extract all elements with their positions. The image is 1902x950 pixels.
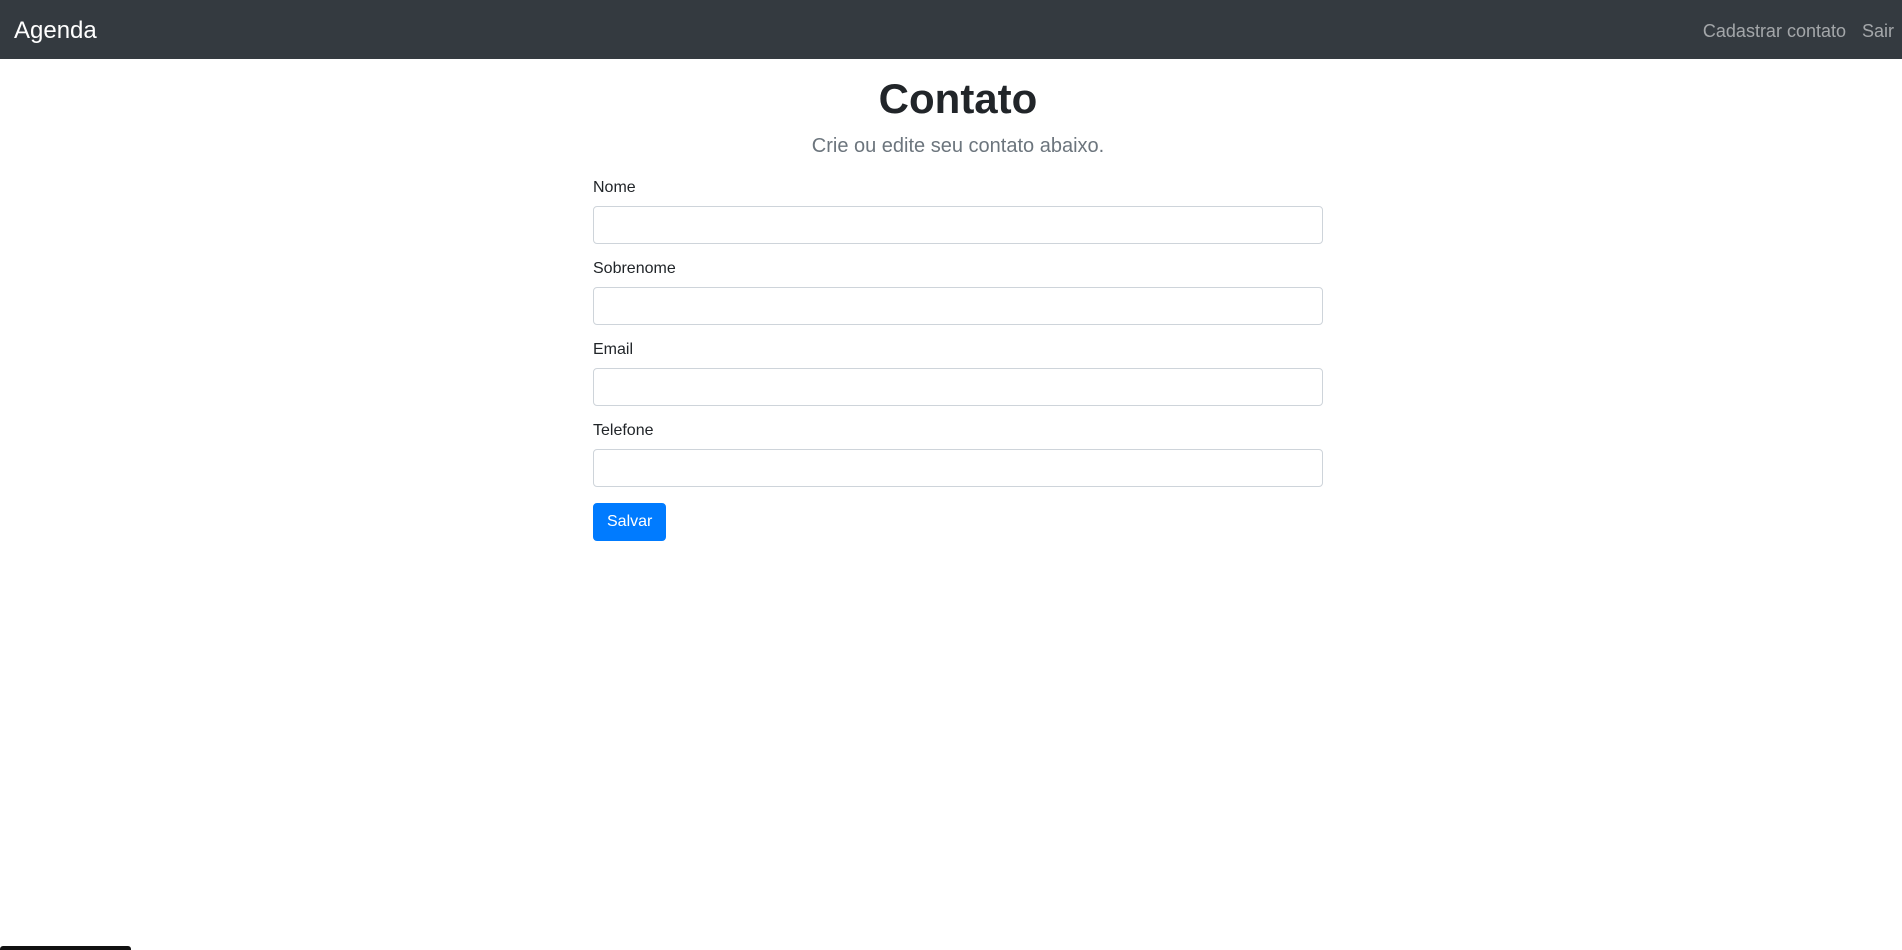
form-group-email: Email: [593, 341, 1323, 407]
email-input[interactable]: [593, 368, 1323, 407]
nome-label: Nome: [593, 179, 636, 197]
main-container: Contato Crie ou edite seu contato abaixo…: [593, 59, 1323, 542]
navbar: Agenda Cadastrar contato Sair: [0, 0, 1902, 59]
page-lead: Crie ou edite seu contato abaixo.: [811, 135, 1105, 158]
nome-input[interactable]: [593, 206, 1323, 245]
brand-link[interactable]: Agenda: [14, 18, 97, 43]
nav-link-sair[interactable]: Sair: [1862, 22, 1894, 40]
contact-form: Nome Sobrenome Email Telefone Salvar: [593, 179, 1323, 542]
form-group-nome: Nome: [593, 179, 1323, 245]
telefone-label: Telefone: [593, 422, 654, 440]
save-button[interactable]: Salvar: [593, 503, 667, 542]
form-group-telefone: Telefone: [593, 422, 1323, 488]
nav-links: Cadastrar contato Sair: [1703, 22, 1894, 40]
taskbar-edge: [0, 946, 131, 950]
form-group-sobrenome: Sobrenome: [593, 260, 1323, 326]
telefone-input[interactable]: [593, 449, 1323, 488]
page-title: Contato: [878, 75, 1038, 122]
sobrenome-input[interactable]: [593, 287, 1323, 326]
sobrenome-label: Sobrenome: [593, 260, 676, 278]
email-label: Email: [593, 341, 634, 359]
nav-link-cadastrar-contato[interactable]: Cadastrar contato: [1703, 22, 1846, 40]
